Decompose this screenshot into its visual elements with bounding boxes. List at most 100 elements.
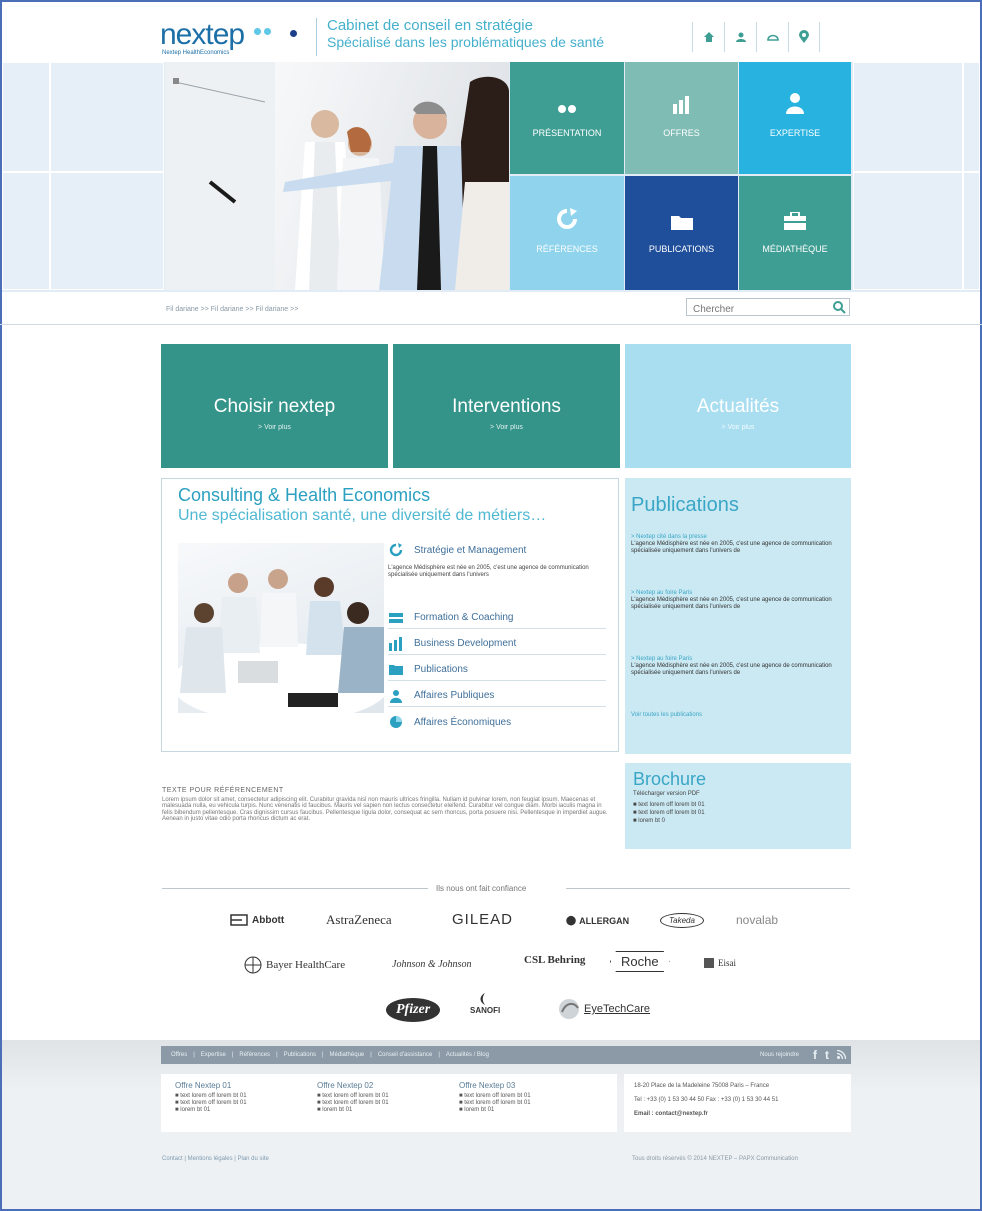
footer-contact: 18-20 Place de la Madeleine 75008 Paris … [624,1074,851,1132]
big-tile-more-link[interactable]: > Voir plus [625,424,851,431]
client-logo-abbott: Abbott [230,914,284,926]
footer-col-line[interactable]: ■ lorem bt 01 [317,1107,389,1114]
search-input[interactable] [687,301,827,318]
home-icon[interactable] [692,22,724,52]
footer-col-line[interactable]: ■ text lorem off lorem bt 01 [317,1093,389,1100]
service-affaires-publiques[interactable]: Affaires Publiques [388,685,606,707]
publication-item[interactable]: > Nextep au foire Paris L'agence Médisph… [631,590,845,611]
logo-dot [290,30,297,37]
service-publications[interactable]: Publications [388,659,606,681]
publication-link[interactable]: > Nextep au foire Paris [631,590,845,597]
footer-link-publications[interactable]: Publications [284,1052,316,1058]
brochure-panel[interactable]: Brochure Télécharger version PDF ■ text … [625,763,851,849]
seo-paragraph: Lorem ipsum dolor sit amet, consectetur … [162,796,608,823]
service-formation[interactable]: Formation & Coaching [388,607,606,629]
tile-offres[interactable]: OFFRES [625,62,738,174]
service-label: Affaires Économiques [414,716,512,728]
footer-link-mediatheque[interactable]: Médiathèque [330,1052,365,1058]
client-logo-johnson-johnson: Johnson & Johnson [392,959,472,970]
tagline-line-1: Cabinet de conseil en stratégie [327,17,533,34]
bar-chart-icon [388,636,404,652]
client-logo-pfizer: Pfizer [386,998,441,1022]
refresh-icon [388,542,404,558]
footer-offer-col: Offre Nextep 03 ■ text lorem off lorem b… [459,1082,531,1114]
facebook-icon[interactable]: f [813,1048,817,1062]
copyright: Tous droits réservés © 2014 NEXTEP – PAP… [632,1156,798,1162]
folder-icon [388,662,404,678]
footer-col-line[interactable]: ■ text lorem off lorem bt 01 [459,1093,531,1100]
tile-interventions[interactable]: Interventions > Voir plus [393,344,620,468]
twitter-icon[interactable]: t [825,1048,829,1062]
tile-references[interactable]: RÉFÉRENCES [510,176,624,290]
logo-dot [264,28,271,35]
service-label: Stratégie et Management [414,544,527,556]
service-strategie[interactable]: Stratégie et Management [388,539,606,561]
publication-link[interactable]: > Nextep cité dans la presse [631,534,845,541]
publication-item[interactable]: > Nextep au foire Paris L'agence Médisph… [631,656,845,677]
logo-text: nextep [160,18,245,51]
hero-photo-business-meeting [165,62,509,290]
separator: | [276,1052,278,1058]
search-icon[interactable] [832,300,846,314]
footer-col-line[interactable]: ■ lorem bt 01 [175,1107,247,1114]
tile-choisir-nextep[interactable]: Choisir nextep > Voir plus [161,344,388,468]
all-publications-link[interactable]: Voir toutes les publications [631,712,845,719]
big-tile-title: Interventions [452,396,561,417]
publications-title: Publications [631,494,739,516]
tile-actualites[interactable]: Actualités > Voir plus [625,344,851,468]
service-label: Affaires Publiques [414,690,495,701]
separator: | [193,1052,195,1058]
footer-col-line[interactable]: ■ text lorem off lorem bt 01 [175,1100,247,1107]
footer-address: 18-20 Place de la Madeleine 75008 Paris … [634,1083,770,1089]
client-logo-takeda: Takeda [660,913,704,928]
logo[interactable]: nextep Nextep HealthEconomics [160,18,310,58]
client-logo-eisai: Eisai [704,958,736,968]
rss-icon[interactable] [836,1049,847,1061]
search-box [686,298,850,318]
book-icon [388,610,404,626]
footer-link-conseil[interactable]: Conseil d'assistance [378,1052,433,1058]
publication-item[interactable]: > Nextep cité dans la presse L'agence Mé… [631,534,845,555]
tile-publications[interactable]: PUBLICATIONS [625,176,738,290]
tile-expertise[interactable]: EXPERTISE [739,62,851,174]
footer-col-line[interactable]: ■ text lorem off lorem bt 01 [317,1100,389,1107]
consulting-section: Consulting & Health Economics Une spécia… [161,478,619,752]
big-tile-more-link[interactable]: > Voir plus [161,424,388,431]
footer-col-line[interactable]: ■ text lorem off lorem bt 01 [175,1093,247,1100]
footer-col-title[interactable]: Offre Nextep 03 [459,1082,531,1090]
footer-col-title[interactable]: Offre Nextep 01 [175,1082,247,1090]
tile-presentation[interactable]: PRÉSENTATION [510,62,624,174]
footer-col-line[interactable]: ■ lorem bt 01 [459,1107,531,1114]
footer-link-offres[interactable]: Offres [171,1052,187,1058]
tile-mediatheque[interactable]: MÉDIATHÈQUE [739,176,851,290]
footer-email[interactable]: Email : contact@nextep.fr [634,1110,841,1118]
breadcrumb[interactable]: Fil dariane >> Fil dariane >> Fil darian… [166,306,298,313]
separator: | [231,1052,234,1058]
footer-col-line[interactable]: ■ text lorem off lorem bt 01 [459,1100,531,1107]
consulting-title: Consulting & Health Economics [178,485,431,505]
people-icon [388,688,404,704]
footer-col-title[interactable]: Offre Nextep 02 [317,1082,389,1090]
mail-icon[interactable] [756,22,788,52]
client-logo-sanofi: SANOFI [470,992,500,1015]
service-affaires-economiques[interactable]: Affaires Économiques [388,711,606,733]
big-tile-more-link[interactable]: > Voir plus [393,424,620,431]
trust-label: Ils nous ont fait confiance [436,884,527,893]
footer-link-references[interactable]: Références [239,1052,270,1058]
footer-offer-col: Offre Nextep 02 ■ text lorem off lorem b… [317,1082,389,1114]
footer-links[interactable]: Contact | Mentions légales | Plan du sit… [162,1156,269,1162]
publication-link[interactable]: > Nextep au foire Paris [631,656,845,663]
footer-link-expertise[interactable]: Expertise [201,1052,226,1058]
separator: | [321,1052,324,1058]
user-icon[interactable] [724,22,756,52]
footer-link-actualites[interactable]: Actualités / Blog [446,1052,489,1058]
service-business[interactable]: Business Development [388,633,606,655]
tagline: Cabinet de conseil en stratégie Spéciali… [316,18,604,56]
social-links: Nous rejoindre f t [760,1046,847,1064]
publications-panel: Publications > Nextep cité dans la press… [625,478,851,754]
big-tile-title: Choisir nextep [213,396,336,417]
consulting-subtitle: Une spécialisation santé, une diversité … [178,507,547,524]
brochure-download-link[interactable]: Télécharger version PDF [633,791,700,797]
footer-nav: Offres | Expertise | Références | Public… [161,1046,851,1064]
location-icon[interactable] [788,22,820,52]
